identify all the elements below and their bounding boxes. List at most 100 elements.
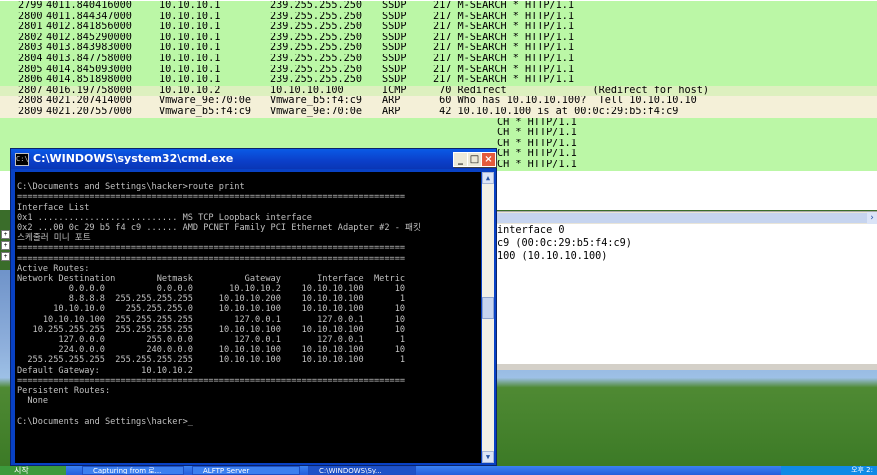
- packet-row[interactable]: 2806 4014.851898000 10.10.10.1 239.255.255.…: [0, 75, 877, 86]
- packet-row[interactable]: 2801 4012.841856000 10.10.10.1 239.255.255.…: [0, 22, 877, 33]
- packet-row[interactable]: 2809 4021.207557000 Vmware_b5:f4:c9 Vmware_…: [0, 107, 877, 118]
- cmd-window[interactable]: C:\ C:\WINDOWS\system32\cmd.exe _ □ × C:…: [10, 148, 497, 466]
- packet-dst: 10.10.10.100: [270, 85, 344, 96]
- system-tray: 오후 2:: [781, 466, 877, 475]
- packet-proto: SSDP: [382, 43, 407, 54]
- packet-proto: ARP: [382, 96, 401, 107]
- cmd-titlebar[interactable]: C:\ C:\WINDOWS\system32\cmd.exe _ □ ×: [11, 149, 496, 169]
- packet-info: 217 M-SEARCH * HTTP/1.1: [433, 64, 575, 75]
- maximize-button[interactable]: □: [467, 152, 482, 167]
- packet-no: 2803: [18, 43, 43, 54]
- scroll-down-arrow-icon[interactable]: ▼: [482, 451, 494, 463]
- packet-info: 60 Who has 10.10.10.100? Tell 10.10.10.1…: [433, 96, 697, 107]
- console-line: None: [17, 396, 49, 407]
- packet-dst: 239.255.255.250: [270, 43, 363, 54]
- packet-row[interactable]: 2804 4013.847758000 10.10.10.1 239.255.255.…: [0, 54, 877, 65]
- packet-row[interactable]: 2800 4011.844347000 10.10.10.1 239.255.255.…: [0, 11, 877, 23]
- packet-row[interactable]: 2808 4021.207414000 Vmware_9e:70:0e Vmware_…: [0, 96, 877, 107]
- packet-time: 4016.197758000: [46, 85, 132, 96]
- packet-detail-pane[interactable]: interface 0 c9 (00:0c:29:b5:f4:c9) 100 (…: [497, 224, 877, 364]
- packet-info: CH * HTTP/1.1: [497, 138, 577, 149]
- console-line: 0x2 ...00 0c 29 b5 f4 c9 ...... AMD PCNE…: [17, 222, 421, 233]
- detail-line[interactable]: 100 (10.10.10.100): [497, 250, 877, 263]
- taskbar-item-wireshark[interactable]: Capturing from 로...: [82, 466, 184, 475]
- packet-proto: SSDP: [382, 1, 407, 11]
- packet-dst: 239.255.255.250: [270, 22, 363, 33]
- packet-proto: SSDP: [382, 32, 407, 43]
- console-line: 0.0.0.0 0.0.0.0 10.10.10.2 10.10.10.100 …: [17, 284, 406, 295]
- packet-proto: SSDP: [382, 54, 407, 64]
- vscroll-thumb[interactable]: [482, 297, 494, 319]
- packet-time: 4021.207557000: [46, 107, 132, 117]
- packet-time: 4014.845093000: [46, 64, 132, 75]
- console-line: ========================================…: [17, 192, 406, 203]
- packet-info: 217 M-SEARCH * HTTP/1.1: [433, 22, 575, 33]
- clock[interactable]: 오후 2:: [851, 466, 873, 475]
- taskbar-item-cmd[interactable]: C:\WINDOWS\Sy...: [308, 466, 416, 475]
- packet-time: 4021.207414000: [46, 96, 132, 107]
- hscroll-thumb[interactable]: [497, 213, 867, 223]
- packet-no: 2800: [18, 11, 43, 22]
- console-line: 10.10.10.100 255.255.255.255 127.0.0.1 1…: [17, 314, 406, 325]
- packet-no: 2809: [18, 107, 43, 117]
- packet-row[interactable]: 2799 4011.840416000 10.10.10.1 239.255.255.…: [0, 1, 877, 12]
- console-line: 255.255.255.255 255.255.255.255 10.10.10…: [17, 355, 406, 366]
- packet-time: 4011.844347000: [46, 11, 132, 22]
- packet-src: 10.10.10.1: [159, 22, 221, 33]
- packet-row[interactable]: CH * HTTP/1.1: [0, 117, 877, 129]
- packet-no: 2808: [18, 96, 43, 107]
- start-button[interactable]: 시작: [0, 466, 66, 475]
- console-line: Interface List: [17, 202, 90, 213]
- packet-row[interactable]: 2802 4012.845290000 10.10.10.1 239.255.255.…: [0, 32, 877, 44]
- packet-src: 10.10.10.1: [159, 43, 221, 54]
- console-line: 0x1 ........................... MS TCP L…: [17, 212, 312, 223]
- packet-src: Vmware_9e:70:0e: [159, 96, 252, 107]
- packet-dst: 239.255.255.250: [270, 75, 363, 86]
- scroll-up-arrow-icon[interactable]: ▲: [482, 172, 494, 184]
- cmd-vscrollbar[interactable]: ▲ ▼: [482, 172, 494, 463]
- cmd-console-output[interactable]: C:\Documents and Settings\hacker>route p…: [15, 172, 481, 463]
- expand-icon[interactable]: +: [1, 230, 10, 239]
- packet-proto: SSDP: [382, 22, 407, 33]
- packet-info: 42 10.10.10.100 is at 00:0c:29:b5:f4:c9: [433, 107, 679, 117]
- packet-no: 2804: [18, 54, 43, 64]
- packet-src: 10.10.10.1: [159, 64, 221, 75]
- packet-no: 2805: [18, 64, 43, 75]
- packet-no: 2799: [18, 1, 43, 11]
- cmd-window-title: C:\WINDOWS\system32\cmd.exe: [33, 152, 234, 165]
- console-line: 10.255.255.255 255.255.255.255 10.10.10.…: [17, 324, 406, 335]
- expand-icon[interactable]: +: [1, 241, 10, 250]
- packet-info: 217 M-SEARCH * HTTP/1.1: [433, 43, 575, 54]
- detail-line[interactable]: c9 (00:0c:29:b5:f4:c9): [497, 237, 877, 250]
- packet-src: 10.10.10.1: [159, 11, 221, 22]
- minimize-button[interactable]: _: [453, 152, 468, 167]
- console-line: Network Destination Netmask Gateway Inte…: [17, 273, 406, 284]
- packet-no: 2801: [18, 22, 43, 33]
- packet-row[interactable]: 2807 4016.197758000 10.10.10.2 10.10.10.100…: [0, 85, 877, 97]
- console-line: 10.10.10.0 255.255.255.0 10.10.10.100 10…: [17, 304, 406, 315]
- packet-info: 217 M-SEARCH * HTTP/1.1: [433, 54, 575, 64]
- packet-dst: Vmware_9e:70:0e: [270, 107, 363, 117]
- packet-dst: 239.255.255.250: [270, 11, 363, 22]
- packet-list-hscrollbar[interactable]: ›: [497, 211, 877, 224]
- packet-dst: Vmware_b5:f4:c9: [270, 96, 363, 107]
- cmd-app-icon[interactable]: C:\: [15, 153, 29, 166]
- console-line: 스케줄러 미니 포트: [17, 233, 91, 244]
- pane-divider[interactable]: [497, 364, 877, 370]
- packet-row[interactable]: 2803 4013.843983000 10.10.10.1 239.255.255.…: [0, 43, 877, 54]
- packet-info: 217 M-SEARCH * HTTP/1.1: [433, 1, 575, 11]
- packet-row[interactable]: 2805 4014.845093000 10.10.10.1 239.255.255.…: [0, 64, 877, 76]
- taskbar-item-alftp[interactable]: ALFTP Server: [192, 466, 300, 475]
- packet-proto: SSDP: [382, 64, 407, 75]
- packet-src: 10.10.10.1: [159, 75, 221, 86]
- close-button[interactable]: ×: [481, 152, 496, 167]
- console-line: 8.8.8.8 255.255.255.255 10.10.10.200 10.…: [17, 294, 406, 305]
- detail-line[interactable]: interface 0: [497, 224, 877, 237]
- hscroll-right-arrow-icon[interactable]: ›: [867, 212, 877, 224]
- packet-row[interactable]: CH * HTTP/1.1: [0, 128, 877, 139]
- expand-icon[interactable]: +: [1, 252, 10, 261]
- packet-info: CH * HTTP/1.1: [497, 149, 577, 160]
- console-line: ========================================…: [17, 243, 406, 254]
